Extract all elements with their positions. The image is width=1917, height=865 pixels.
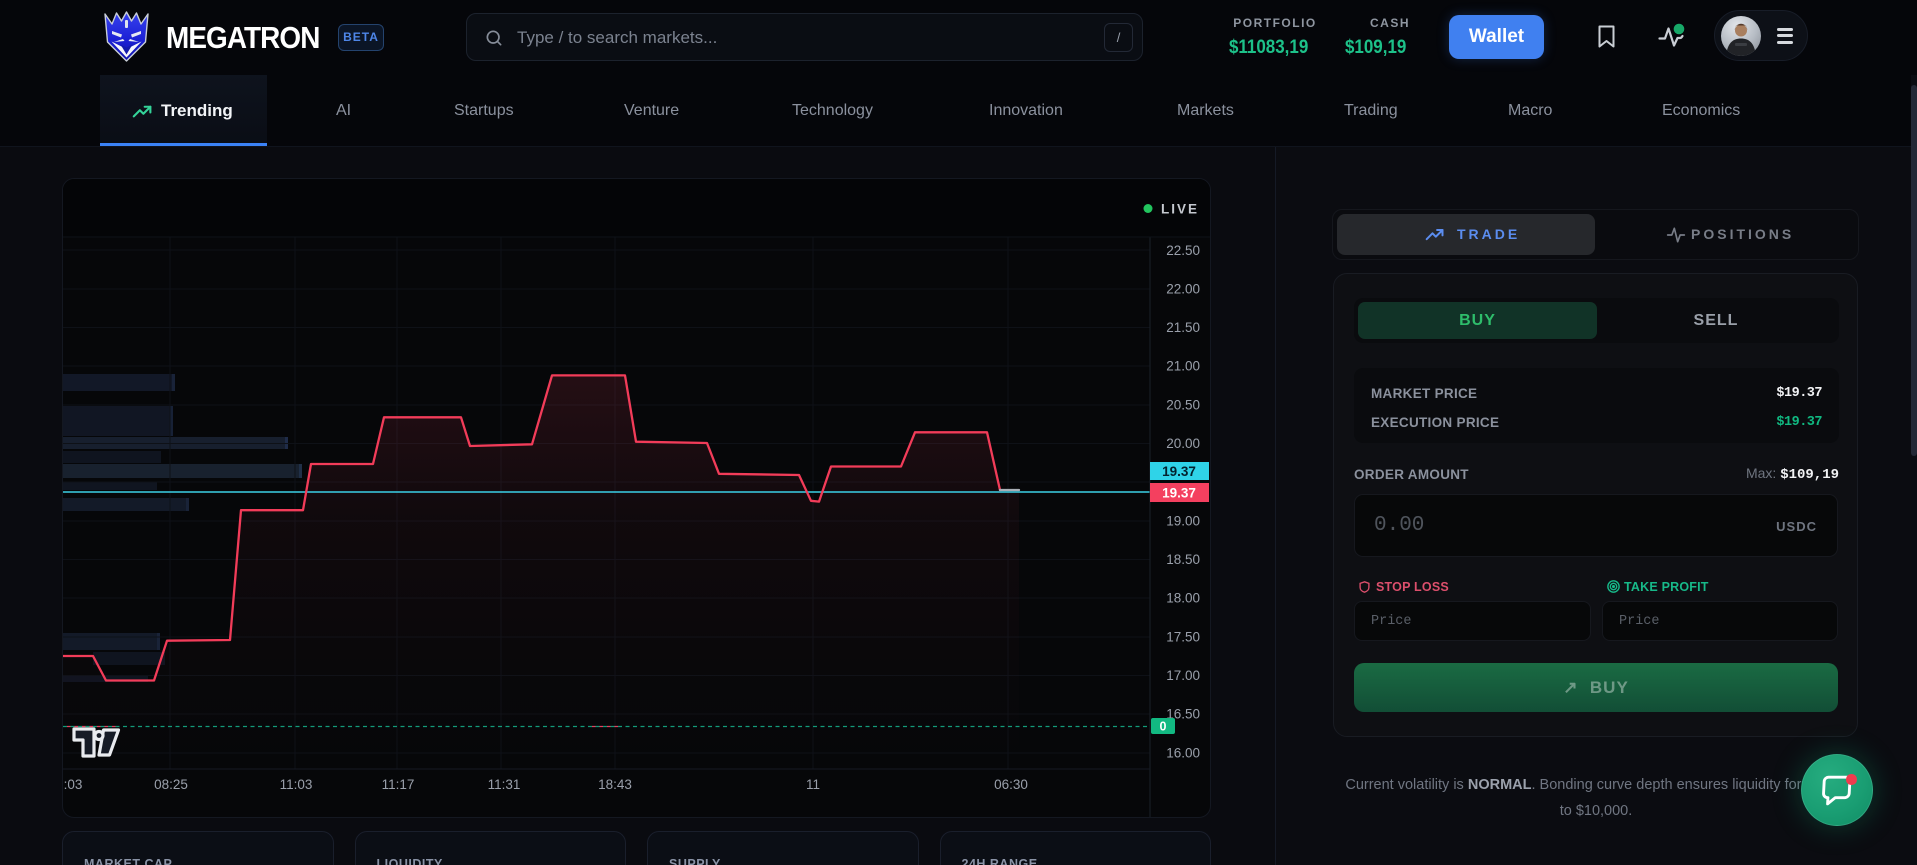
svg-text:18.50: 18.50: [1166, 552, 1200, 567]
svg-text:19.00: 19.00: [1166, 514, 1200, 529]
svg-text:11:31: 11:31: [488, 777, 521, 792]
svg-text:22.50: 22.50: [1166, 243, 1200, 258]
svg-text:21.50: 21.50: [1166, 320, 1200, 335]
svg-text:18:43: 18:43: [598, 777, 632, 792]
svg-text:11:17: 11:17: [382, 777, 415, 792]
svg-text:06:30: 06:30: [994, 777, 1028, 792]
svg-text:17.50: 17.50: [1166, 630, 1200, 645]
svg-text:0: 0: [1160, 720, 1167, 734]
svg-text:11:03: 11:03: [280, 777, 313, 792]
svg-text:11: 11: [806, 777, 820, 792]
svg-text:LIVE: LIVE: [1161, 202, 1199, 217]
svg-text:08:25: 08:25: [154, 777, 188, 792]
svg-text:20.50: 20.50: [1166, 398, 1200, 413]
svg-text:22.00: 22.00: [1166, 282, 1200, 297]
svg-text:21.00: 21.00: [1166, 359, 1200, 374]
svg-text::03: :03: [64, 777, 83, 792]
svg-text:19.37: 19.37: [1162, 486, 1196, 501]
svg-text:16.00: 16.00: [1166, 746, 1200, 761]
svg-text:20.00: 20.00: [1166, 436, 1200, 451]
svg-text:19.37: 19.37: [1162, 464, 1196, 479]
svg-text:17.00: 17.00: [1166, 668, 1200, 683]
svg-text:18.00: 18.00: [1166, 591, 1200, 606]
